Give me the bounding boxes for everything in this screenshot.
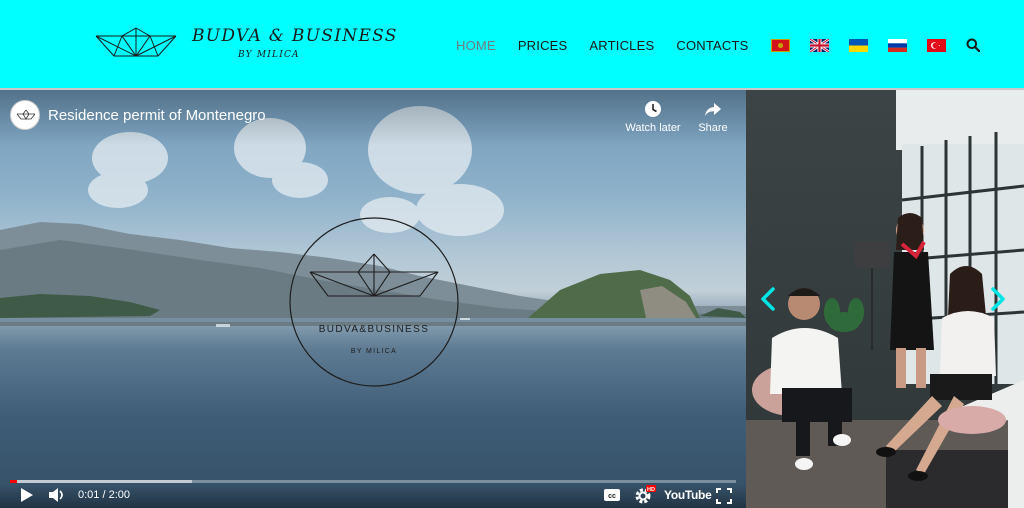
watch-later-button[interactable]: Watch later [623,100,683,134]
image-slider [746,90,1024,508]
slider-prev-arrow-icon[interactable] [758,286,778,312]
hd-badge-label: HD [647,487,655,493]
nav-contacts[interactable]: CONTACTS [676,38,748,53]
paper-boat-icon [95,27,177,57]
volume-icon[interactable] [48,487,66,503]
progress-played [10,480,17,483]
main-nav: HOME PRICES ARTICLES CONTACTS [456,37,980,53]
play-icon[interactable] [18,487,34,503]
channel-avatar[interactable] [10,100,40,130]
share-icon [705,103,721,116]
site-logo[interactable]: BUDVA & BUSINESS BY MILICA [94,22,396,70]
settings-gear-icon[interactable]: HD [634,485,656,505]
site-header: BUDVA & BUSINESS BY MILICA HOME PRICES A… [0,0,1024,90]
video-player[interactable]: Residence permit of Montenegro Watch lat… [0,90,746,508]
nav-prices[interactable]: PRICES [518,38,568,53]
clock-icon [645,101,661,117]
nav-home[interactable]: HOME [456,38,496,53]
watch-later-label: Watch later [625,122,681,134]
brand-title: BUDVA & BUSINESS [192,26,398,46]
brand-subtitle: BY MILICA [238,50,300,60]
video-title[interactable]: Residence permit of Montenegro [48,107,266,124]
svg-text:cc: cc [608,493,616,500]
video-logo-overlay: BUDVA&BUSINESS BY MILICA [289,217,459,387]
captions-icon[interactable]: cc [603,488,621,502]
paper-boat-icon [309,253,439,297]
youtube-logo[interactable]: YouTube [664,488,712,502]
share-label: Share [698,122,728,134]
video-time: 0:01 / 2:00 [78,489,130,501]
video-controls: 0:01 / 2:00 cc HD YouTube [0,484,746,508]
share-button[interactable]: Share [683,100,743,134]
search-icon[interactable] [966,38,980,52]
nav-articles[interactable]: ARTICLES [589,38,654,53]
flag-turkey-icon[interactable] [926,38,946,52]
flag-uk-icon[interactable] [809,38,829,52]
flag-montenegro-icon[interactable] [770,38,790,52]
slider-next-arrow-icon[interactable] [988,286,1008,312]
flag-ukraine-icon[interactable] [848,38,868,52]
video-progress-bar[interactable] [10,480,736,483]
progress-buffered [10,480,192,483]
fullscreen-icon[interactable] [716,488,732,504]
team-office-photo [746,90,1024,508]
video-logo-title: BUDVA&BUSINESS [319,324,430,335]
flag-russia-icon[interactable] [887,38,907,52]
video-logo-subtitle: BY MILICA [351,348,397,355]
